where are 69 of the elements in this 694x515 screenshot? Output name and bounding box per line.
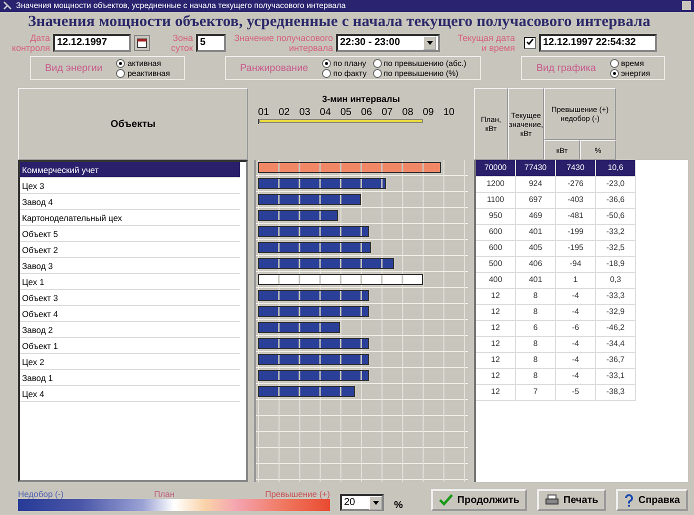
object-list-item[interactable]: Коммерческий учет: [20, 162, 240, 178]
current-time-field[interactable]: 12.12.1997 22:54:32: [539, 34, 657, 52]
close-button[interactable]: [682, 1, 691, 10]
table-cell: -38,3: [596, 384, 636, 402]
percent-unit: %: [394, 500, 403, 511]
app-icon: [3, 1, 12, 10]
printer-icon: [545, 494, 560, 506]
table-row[interactable]: 950 469 -481 -50,6: [476, 208, 636, 224]
current-time-label: Текущая дата и время: [456, 32, 515, 52]
tick-label: 09: [422, 107, 435, 118]
zone-label: Зона суток: [170, 32, 193, 52]
table-row[interactable]: 12 8 -4 -36,7: [476, 352, 636, 368]
help-button[interactable]: Справка: [616, 489, 688, 511]
tick-label: 01: [258, 107, 270, 118]
table-row[interactable]: 12 7 -5 -38,3: [476, 384, 636, 400]
legend-label: Превышение (+): [265, 489, 330, 499]
continue-button[interactable]: Продолжить: [431, 489, 528, 511]
print-button[interactable]: Печать: [537, 489, 606, 511]
group-label: Вид графика: [536, 62, 596, 74]
radio-option[interactable]: активная: [116, 58, 170, 68]
interval-label: Значение получасового интервала: [233, 32, 333, 52]
table-row[interactable]: 1200 924 -276 -23,0: [476, 176, 636, 192]
radio-option[interactable]: энергия: [610, 68, 650, 78]
radio-option[interactable]: по превышению (абс.): [372, 58, 466, 68]
group-label: Ранжирование: [240, 62, 308, 74]
tick-label: 03: [299, 107, 312, 118]
radio-option[interactable]: по факту: [322, 68, 367, 78]
table-row[interactable]: 12 6 -6 -46,2: [476, 320, 636, 336]
tick-label: 06: [360, 107, 374, 118]
tick-label: 08: [402, 107, 414, 118]
radio-option[interactable]: реактивная: [116, 68, 170, 78]
table-cell: -5: [556, 384, 596, 402]
table-row[interactable]: 1100 697 -403 -36,6: [476, 192, 636, 208]
radio-option[interactable]: время: [610, 58, 650, 68]
date-field[interactable]: 12.12.1997: [53, 34, 131, 52]
calendar-button[interactable]: [134, 34, 150, 50]
objects-header: Объекты: [18, 88, 248, 160]
tick-label: 07: [382, 107, 394, 118]
table-row[interactable]: 12 8 -4 -33,3: [476, 288, 636, 304]
date-label: Дата контроля: [10, 32, 50, 52]
table-cell: 7: [516, 384, 556, 402]
radio-option[interactable]: по превышению (%): [372, 68, 466, 78]
tick-label: 04: [320, 107, 332, 118]
tick-label: 02: [278, 107, 291, 118]
legend-label: Недобор (-): [18, 489, 64, 499]
legend-label: План: [154, 489, 175, 499]
table-row[interactable]: 70000 77430 7430 10,6: [476, 160, 636, 176]
table-row[interactable]: 12 8 -4 -33,1: [476, 368, 636, 384]
table-row[interactable]: 12 8 -4 -34,4: [476, 336, 636, 352]
tick-label: 10: [443, 107, 456, 118]
checkmark-icon: [439, 494, 454, 506]
interval-dropdown[interactable]: 22:30 - 23:00: [336, 34, 440, 52]
chart-title: 3-мин интервалы: [322, 94, 400, 104]
current-time-checkbox[interactable]: [524, 36, 536, 48]
table-row[interactable]: 12 8 -4 -32,9: [476, 304, 636, 320]
table-row[interactable]: 600 405 -195 -32,5: [476, 240, 636, 256]
page-heading: Значения мощности объектов, усредненные с начала текущего получасового интервала: [27, 12, 652, 31]
group-label: Вид энергии: [45, 62, 102, 74]
zone-field[interactable]: 5: [196, 34, 226, 52]
window-title: Значения мощности объектов, усредненные с начала текущего получасового интервала: [16, 1, 347, 10]
radio-option[interactable]: по плану: [322, 58, 367, 68]
table-row[interactable]: 400 401 1 0,3: [476, 272, 636, 288]
table-row[interactable]: 600 401 -199 -33,2: [476, 224, 636, 240]
table-row[interactable]: 500 406 -94 -18,9: [476, 256, 636, 272]
question-mark-icon: [624, 494, 634, 506]
calendar-icon: [137, 38, 147, 48]
threshold-spinbox[interactable]: 20: [340, 494, 384, 511]
tick-label: 05: [340, 107, 352, 118]
table-cell: 12: [476, 384, 516, 402]
